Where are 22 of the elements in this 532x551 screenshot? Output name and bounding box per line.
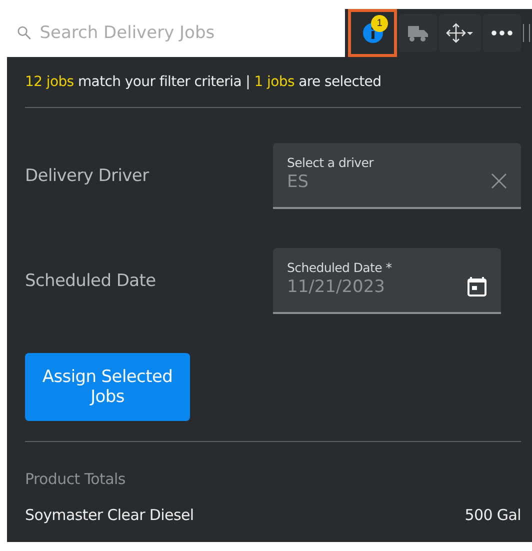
search-icon [17, 25, 32, 41]
section-title: Product Totals [24, 469, 126, 488]
search-bar[interactable]: Search Delivery Jobs [7, 9, 345, 57]
assign-button[interactable]: Assign Selected Jobs [25, 353, 190, 421]
notification-badge: 1 [371, 15, 388, 32]
truck-icon [407, 23, 429, 43]
product-name: Soymaster Clear Diesel [25, 506, 194, 524]
date-field[interactable]: Scheduled Date * 11/21/2023 [273, 248, 501, 314]
clear-icon[interactable] [491, 173, 507, 189]
filter-summary: 12 jobs match your filter criteria | 1 jobs are selected [24, 73, 382, 92]
search-field[interactable]: Search Delivery Jobs [38, 22, 335, 44]
product-amount: 500 Gal [464, 506, 521, 524]
field-label: Delivery Driver [25, 166, 150, 186]
driver-select[interactable]: Select a driver ES [273, 143, 521, 209]
more-button[interactable] [483, 14, 521, 52]
more-icon [491, 30, 513, 36]
move-button[interactable] [439, 14, 481, 52]
move-icon [445, 22, 475, 44]
calendar-icon[interactable] [467, 276, 487, 296]
truck-button[interactable] [399, 14, 437, 52]
info-button[interactable]: 1 [348, 9, 397, 57]
field-label: Scheduled Date [25, 271, 157, 291]
